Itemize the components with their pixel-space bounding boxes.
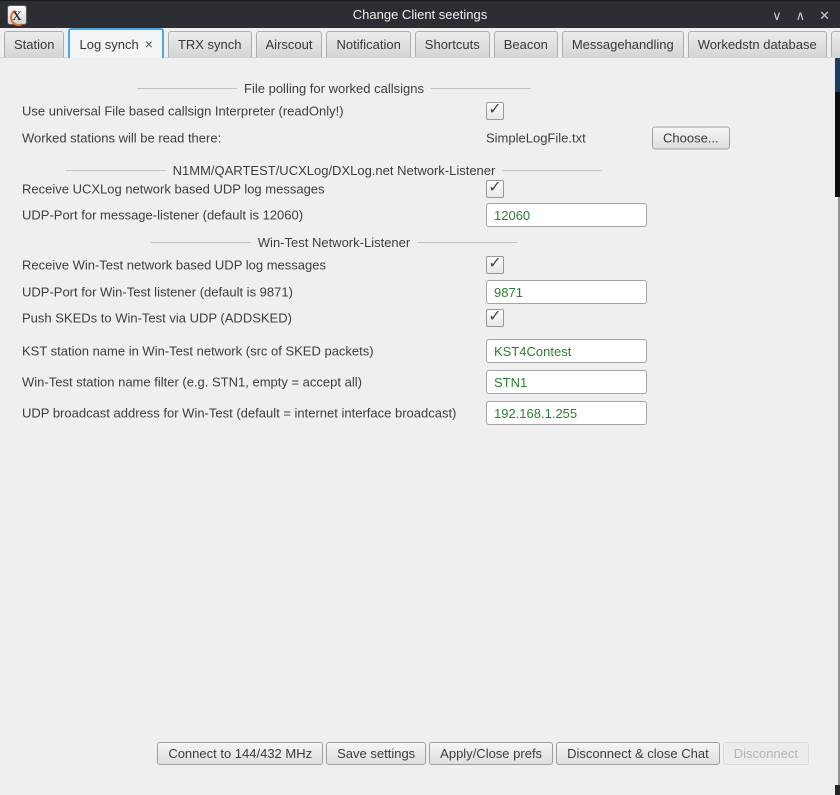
interpreter-label: Use universal File based callsign Interp…: [22, 104, 344, 119]
window-title: Change Client seetings: [0, 7, 840, 22]
check-icon: ✓: [488, 256, 501, 272]
tab-label: Log synch: [79, 37, 138, 52]
tab-gui[interactable]: GUI: [831, 31, 840, 57]
check-icon: ✓: [488, 180, 501, 196]
section-header-file-polling: File polling for worked callsigns: [22, 78, 646, 98]
push-skeds-checkbox[interactable]: ✓: [486, 309, 504, 327]
tab-label: Airscout: [266, 37, 313, 52]
choose-file-button[interactable]: Choose...: [652, 127, 730, 150]
tab-workedstn-database[interactable]: Workedstn database: [688, 31, 827, 57]
section-title: File polling for worked callsigns: [244, 81, 424, 96]
udp-port-message-label: UDP-Port for message-listener (default i…: [22, 208, 303, 223]
push-skeds-label: Push SKEDs to Win-Test via UDP (ADDSKED): [22, 311, 292, 326]
interpreter-checkbox[interactable]: ✓: [486, 102, 504, 120]
tab-airscout[interactable]: Airscout: [256, 31, 323, 57]
save-settings-button[interactable]: Save settings: [326, 742, 426, 765]
worked-file-value: SimpleLogFile.txt: [486, 131, 586, 146]
wintest-filter-label: Win-Test station name filter (e.g. STN1,…: [22, 375, 362, 390]
section-header-wintest-listener: Win-Test Network-Listener: [22, 232, 646, 252]
chevron-up-icon: ∧: [796, 8, 806, 23]
tab-messagehandling[interactable]: Messagehandling: [562, 31, 684, 57]
shade-button[interactable]: ∨: [772, 9, 782, 22]
close-button[interactable]: ✕: [819, 9, 830, 22]
row-interpreter: Use universal File based callsign Interp…: [0, 99, 840, 123]
tab-label: Shortcuts: [425, 37, 480, 52]
row-kst-station-name: KST station name in Win-Test network (sr…: [0, 339, 840, 363]
close-icon: ✕: [819, 8, 830, 23]
udp-port-wintest-label: UDP-Port for Win-Test listener (default …: [22, 285, 293, 300]
tab-close-icon[interactable]: ×: [145, 37, 153, 51]
apply-close-prefs-button[interactable]: Apply/Close prefs: [429, 742, 553, 765]
wintest-filter-input[interactable]: [486, 370, 647, 394]
window-corner-artifact: [835, 785, 840, 795]
titlebar: X Change Client seetings ∨ ∧ ✕: [0, 0, 840, 28]
row-push-skeds: Push SKEDs to Win-Test via UDP (ADDSKED)…: [0, 306, 840, 330]
settings-window: X Change Client seetings ∨ ∧ ✕ Station L…: [0, 0, 840, 795]
row-receive-wintest: Receive Win-Test network based UDP log m…: [0, 253, 840, 277]
maximize-button[interactable]: ∧: [796, 9, 806, 22]
tab-label: Messagehandling: [572, 37, 674, 52]
receive-wintest-label: Receive Win-Test network based UDP log m…: [22, 258, 326, 273]
receive-wintest-checkbox[interactable]: ✓: [486, 256, 504, 274]
row-udp-broadcast: UDP broadcast address for Win-Test (defa…: [0, 401, 840, 425]
row-receive-ucxlog: Receive UCXLog network based UDP log mes…: [0, 177, 840, 201]
tab-shortcuts[interactable]: Shortcuts: [415, 31, 490, 57]
footer-button-row: Connect to 144/432 MHz Save settings App…: [157, 742, 809, 765]
udp-broadcast-input[interactable]: [486, 401, 647, 425]
check-icon: ✓: [488, 102, 501, 118]
section-title: N1MM/QARTEST/UCXLog/DXLog.net Network-Li…: [173, 163, 496, 178]
udp-port-message-input[interactable]: [486, 203, 647, 227]
tab-notification[interactable]: Notification: [326, 31, 410, 57]
kst-station-name-label: KST station name in Win-Test network (sr…: [22, 344, 374, 359]
tab-label: Notification: [336, 37, 400, 52]
udp-port-wintest-input[interactable]: [486, 280, 647, 304]
chevron-down-icon: ∨: [772, 8, 782, 23]
tab-label: Workedstn database: [698, 37, 817, 52]
connect-button[interactable]: Connect to 144/432 MHz: [157, 742, 323, 765]
disconnect-close-chat-button[interactable]: Disconnect & close Chat: [556, 742, 720, 765]
receive-ucxlog-checkbox[interactable]: ✓: [486, 180, 504, 198]
receive-ucxlog-label: Receive UCXLog network based UDP log mes…: [22, 182, 325, 197]
tab-label: TRX synch: [178, 37, 242, 52]
udp-broadcast-label: UDP broadcast address for Win-Test (defa…: [22, 406, 456, 421]
kst-station-name-input[interactable]: [486, 339, 647, 363]
row-udp-port-message: UDP-Port for message-listener (default i…: [0, 203, 840, 227]
disconnect-button: Disconnect: [723, 742, 809, 765]
background-window-edge-dark: [835, 92, 840, 197]
tab-log-synch[interactable]: Log synch ×: [68, 28, 163, 58]
row-worked-file: Worked stations will be read there: Simp…: [0, 126, 840, 150]
tab-beacon[interactable]: Beacon: [494, 31, 558, 57]
row-wintest-filter: Win-Test station name filter (e.g. STN1,…: [0, 370, 840, 394]
check-icon: ✓: [488, 309, 501, 325]
tab-trx-synch[interactable]: TRX synch: [168, 31, 252, 57]
tab-label: Beacon: [504, 37, 548, 52]
window-controls: ∨ ∧ ✕: [772, 1, 830, 29]
worked-file-label: Worked stations will be read there:: [22, 131, 221, 146]
row-udp-port-wintest: UDP-Port for Win-Test listener (default …: [0, 280, 840, 304]
tab-station[interactable]: Station: [4, 31, 64, 57]
tab-label: Station: [14, 37, 54, 52]
tab-bar: Station Log synch × TRX synch Airscout N…: [0, 28, 840, 58]
section-title: Win-Test Network-Listener: [258, 235, 410, 250]
background-window-edge-blue: [835, 58, 840, 92]
